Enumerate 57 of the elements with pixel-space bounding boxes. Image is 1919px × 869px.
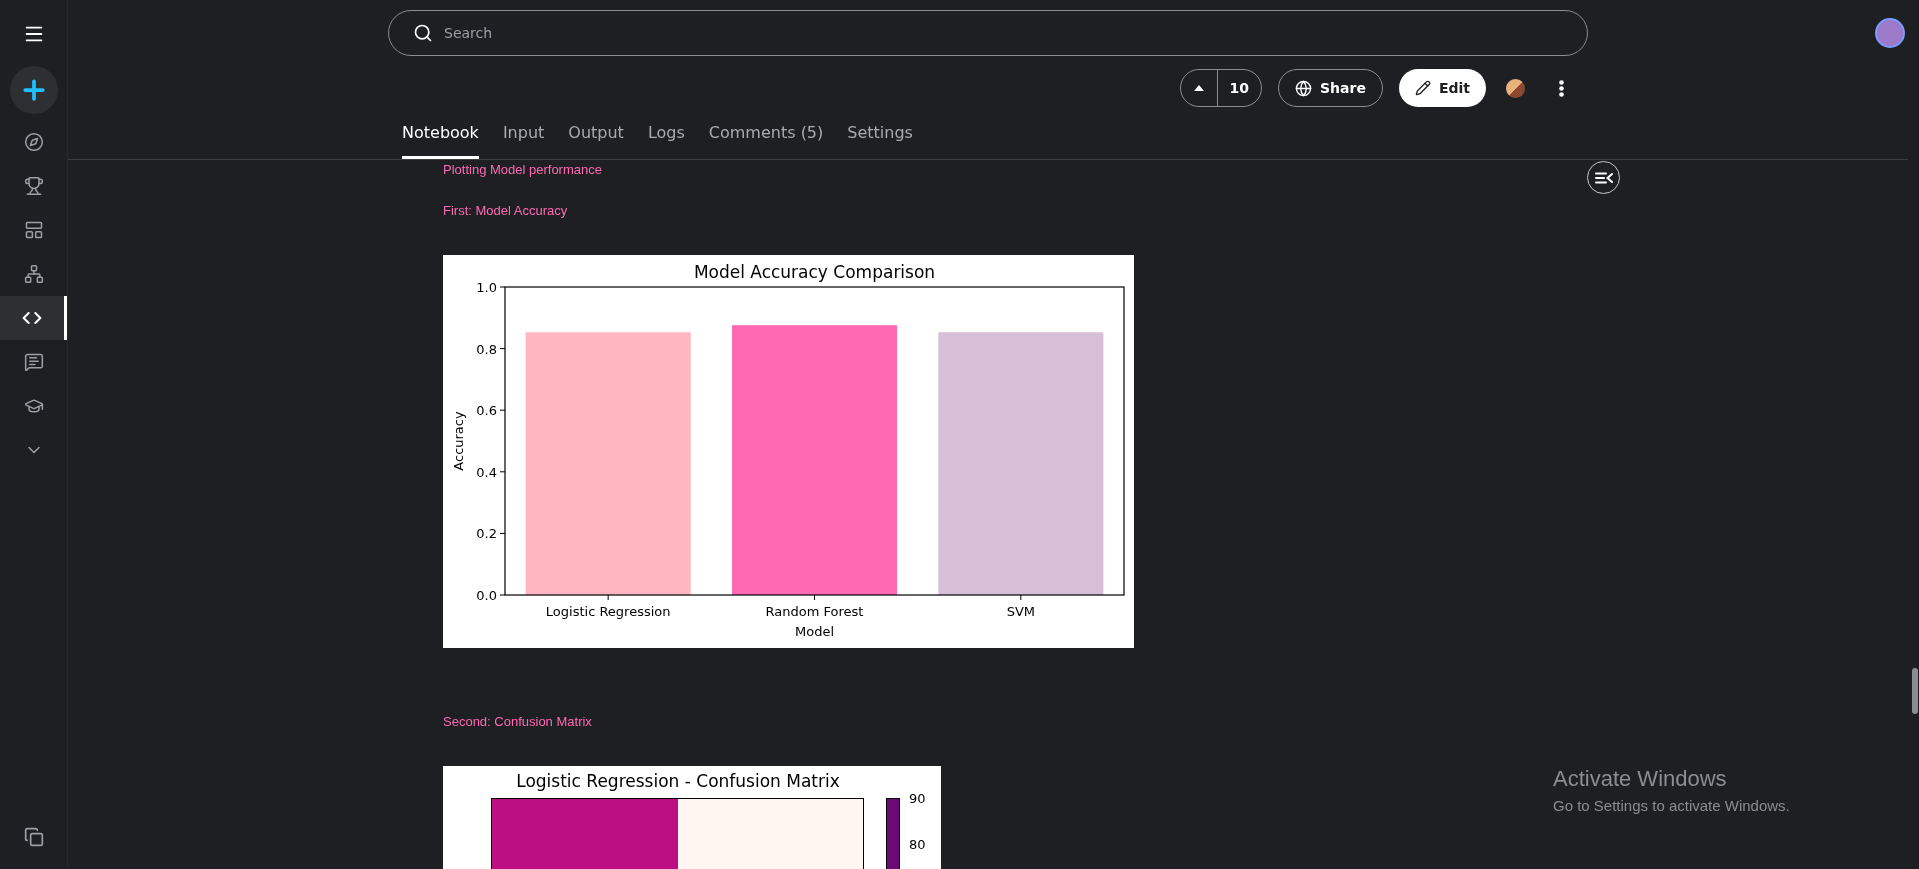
tab[interactable]: Notebook [402, 121, 479, 159]
colorbar-tick-label: 80 [909, 838, 926, 851]
chart-title: Logistic Regression - Confusion Matrix [516, 773, 840, 790]
y-tick: 0.2 [476, 526, 506, 542]
edit-button[interactable]: Edit [1398, 69, 1486, 107]
trophy-icon [23, 176, 44, 196]
create-button[interactable] [9, 66, 58, 114]
chart-title: Model Accuracy Comparison [693, 262, 936, 282]
more-options-icon [1558, 79, 1564, 97]
tab[interactable]: Comments (5) [708, 121, 824, 159]
graduation-cap-icon [23, 396, 44, 416]
globe-icon [1295, 79, 1312, 97]
x-tick-label: Random Forest [765, 604, 864, 619]
y-tick-label: 0.6 [476, 403, 497, 419]
y-tick: 0.8 [476, 341, 506, 357]
y-tick: 1.0 [476, 280, 506, 295]
y-tick: 0.6 [476, 403, 506, 419]
markdown-text: Second: Confusion Matrix [443, 715, 592, 728]
layout-icon [23, 220, 44, 240]
scrollbar-thumb [1912, 668, 1918, 714]
tab[interactable]: Input [502, 121, 545, 159]
y-tick-label: 0.8 [476, 341, 497, 357]
x-tick: SVM [1006, 594, 1035, 619]
y-tick-label: 1.0 [476, 280, 497, 295]
search-field[interactable]: Search [388, 10, 1588, 56]
section-heading: Plotting Model performance [443, 161, 602, 179]
message-icon [23, 352, 44, 372]
avatar[interactable] [1875, 18, 1905, 48]
sidebar-item[interactable] [0, 296, 67, 340]
tab[interactable]: Logs [647, 121, 685, 159]
activation-title: Activate Windows [1553, 765, 1728, 793]
y-tick-label: 0.0 [476, 588, 497, 603]
network-icon [23, 264, 44, 284]
x-tick: Logistic Regression [545, 594, 671, 619]
x-tick-label: Logistic Regression [545, 604, 671, 619]
y-tick-label: 0.4 [476, 464, 497, 480]
colorbar [886, 798, 900, 869]
markdown-text: First: Model Accuracy [443, 204, 568, 217]
pencil-icon [1414, 80, 1431, 96]
tab[interactable]: Settings [847, 121, 913, 159]
compass-icon [23, 132, 44, 152]
colorbar-tick-label: 90 [909, 792, 926, 805]
y-tick: 0.4 [476, 464, 506, 480]
list-collapse-icon [1594, 171, 1613, 184]
activation-message: Go to Settings to activate Windows. [1553, 796, 1790, 816]
search-icon [413, 23, 433, 43]
x-tick: Random Forest [765, 594, 864, 619]
vote-count: 10 [1216, 70, 1261, 106]
x-tick-label: SVM [1006, 604, 1036, 619]
y-tick-label: 0.2 [476, 526, 497, 542]
tab[interactable]: Output [568, 121, 624, 159]
x-axis-label: Model [795, 624, 834, 639]
up-triangle-icon [1193, 85, 1204, 91]
avatar[interactable] [1506, 78, 1525, 98]
y-tick: 0.0 [476, 588, 506, 603]
y-axis-label: Accuracy [451, 411, 466, 471]
copy-icon [23, 827, 44, 847]
